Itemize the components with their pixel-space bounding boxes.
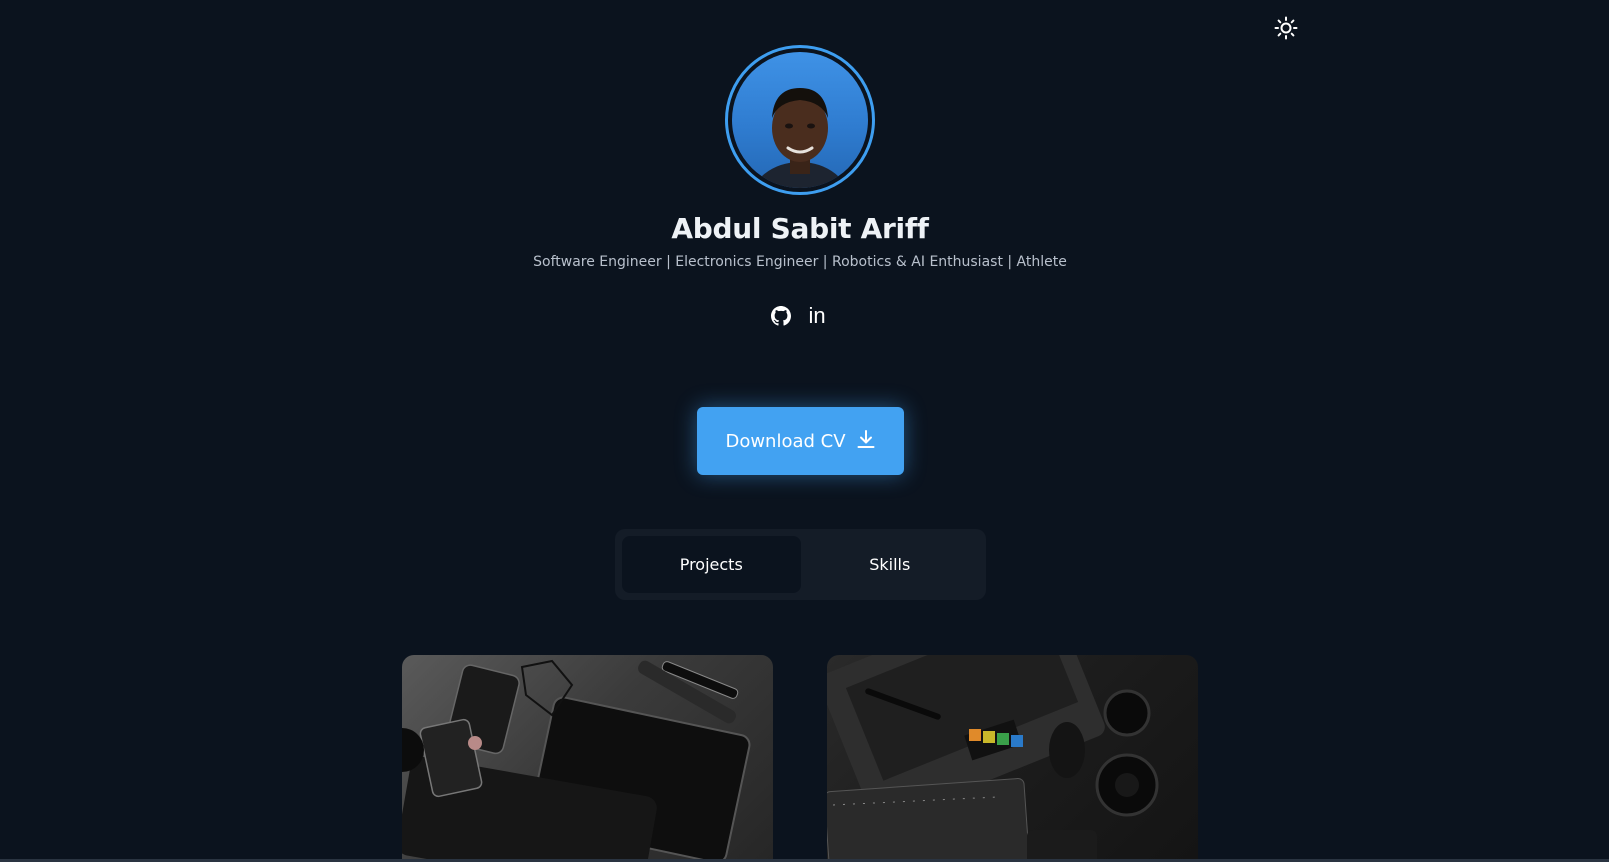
download-cv-label: Download CV	[725, 430, 846, 452]
project-card[interactable]	[402, 655, 773, 862]
tab-projects[interactable]: Projects	[622, 536, 801, 593]
github-icon[interactable]	[770, 304, 792, 328]
profile-name: Abdul Sabit Ariff	[671, 212, 929, 245]
linkedin-glyph: in	[808, 303, 826, 328]
project-card[interactable]	[827, 655, 1198, 862]
portfolio-page: Abdul Sabit Ariff Software Engineer | El…	[0, 0, 1609, 862]
avatar-photo	[732, 52, 868, 188]
desk-gadgets-photo	[402, 659, 751, 862]
download-icon	[856, 429, 876, 454]
tab-skills[interactable]: Skills	[801, 536, 980, 593]
download-cv-button[interactable]: Download CV	[697, 407, 904, 475]
sun-icon[interactable]	[1274, 16, 1298, 40]
laptop-camera-photo	[827, 655, 1159, 862]
avatar	[725, 45, 875, 195]
section-tabs: Projects Skills	[615, 529, 986, 600]
linkedin-icon[interactable]: in	[806, 304, 828, 328]
social-links: in	[770, 304, 828, 328]
profile-tagline: Software Engineer | Electronics Engineer…	[533, 254, 1067, 270]
